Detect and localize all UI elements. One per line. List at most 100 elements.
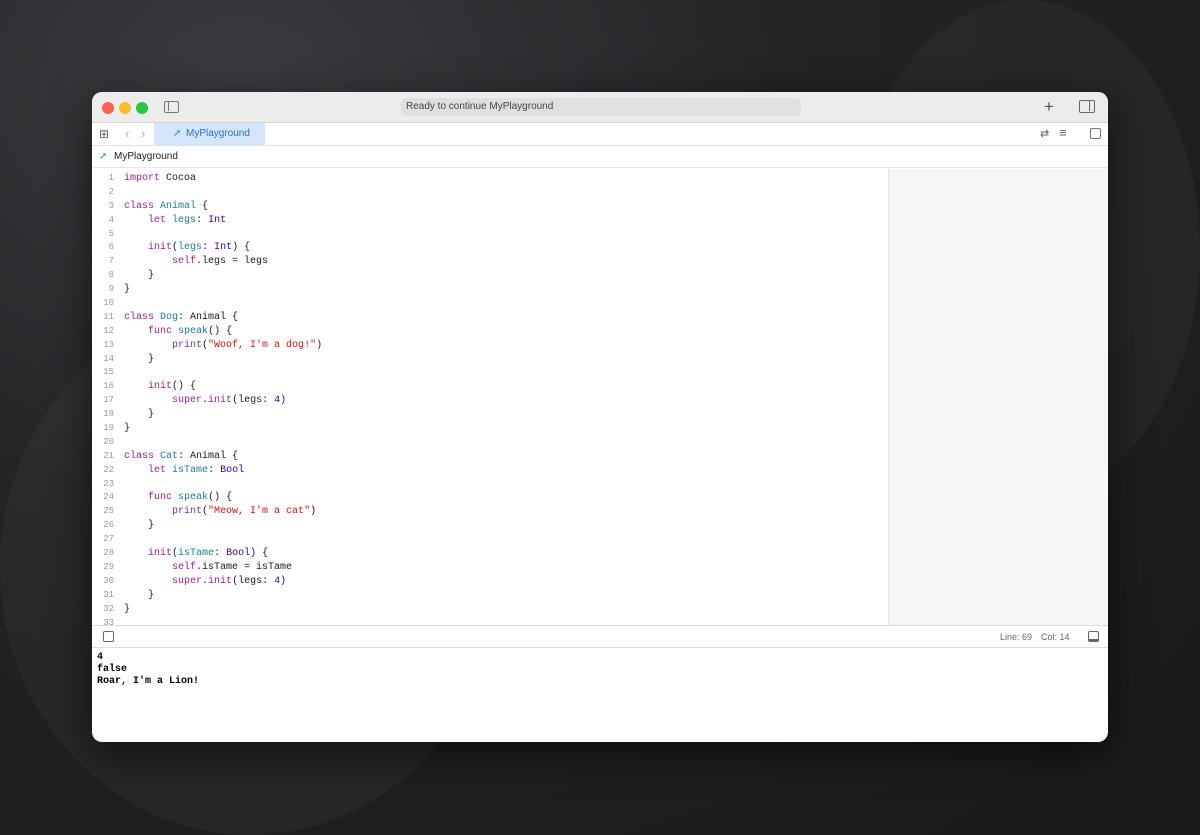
code-line[interactable]: 8 } bbox=[92, 269, 888, 283]
line-number: 6 bbox=[108, 242, 114, 253]
code-line[interactable]: 5 bbox=[92, 228, 888, 242]
code-line[interactable]: 7 self.legs = legs bbox=[92, 255, 888, 269]
code-line[interactable]: 22 let isTame: Bool bbox=[92, 464, 888, 478]
code-line[interactable]: 19} bbox=[92, 422, 888, 436]
zoom-button[interactable] bbox=[136, 102, 148, 114]
code-token: } bbox=[124, 603, 131, 615]
code-line[interactable]: 29 self.isTame = isTame bbox=[92, 561, 888, 575]
code-line[interactable]: 20 bbox=[92, 436, 888, 450]
sidebar-toggle-icon[interactable] bbox=[164, 101, 179, 113]
code-token: } bbox=[124, 423, 131, 435]
code-line[interactable]: 15 bbox=[92, 366, 888, 380]
back-icon[interactable]: ‹ bbox=[125, 126, 129, 141]
results-sidebar bbox=[888, 169, 1108, 625]
code-text: class Animal { bbox=[124, 200, 208, 214]
code-text: } bbox=[124, 269, 154, 283]
code-line[interactable]: 12 func speak() { bbox=[92, 325, 888, 339]
code-line[interactable]: 24 func speak() { bbox=[92, 491, 888, 505]
code-token: () { bbox=[172, 381, 197, 393]
code-token: init bbox=[148, 242, 173, 254]
line-number: 14 bbox=[103, 353, 114, 364]
line-number: 12 bbox=[103, 325, 114, 336]
code-token: "Woof, I'm a dog!" bbox=[208, 339, 317, 351]
code-line[interactable]: 28 init(isTame: Bool) { bbox=[92, 547, 888, 561]
code-text: func speak() { bbox=[124, 325, 232, 339]
add-editor-icon[interactable] bbox=[1090, 128, 1101, 139]
code-line[interactable]: 30 super.init(legs: 4) bbox=[92, 575, 888, 589]
code-text: init(isTame: Bool) { bbox=[124, 547, 268, 561]
line-number: 31 bbox=[103, 589, 114, 600]
code-line[interactable]: 1 import Cocoa bbox=[92, 172, 888, 186]
code-line[interactable]: 17 super.init(legs: 4) bbox=[92, 394, 888, 408]
code-line[interactable]: 4 let legs: Int bbox=[92, 214, 888, 228]
code-token: Bool bbox=[220, 464, 245, 476]
code-token: init bbox=[208, 395, 233, 407]
forward-icon[interactable]: › bbox=[141, 126, 145, 141]
code-token: } bbox=[124, 520, 155, 532]
code-token: () { bbox=[208, 492, 233, 504]
code-token: } bbox=[124, 589, 155, 601]
tab-myplayground[interactable]: ➚ MyPlayground bbox=[154, 123, 265, 145]
line-number: 33 bbox=[103, 617, 114, 626]
code-text: class Cat: Animal { bbox=[124, 450, 238, 464]
code-token: isTame bbox=[178, 548, 215, 560]
inspector-toggle-icon[interactable] bbox=[1079, 100, 1095, 113]
code-line[interactable]: 26 } bbox=[92, 519, 888, 533]
col-indicator: Col: 14 bbox=[1041, 632, 1070, 642]
swift-icon: ➚ bbox=[99, 151, 108, 162]
code-token: : bbox=[214, 548, 227, 560]
code-line[interactable]: 13 print("Woof, I'm a dog!") bbox=[92, 339, 888, 353]
code-line[interactable]: 11 class Dog: Animal { bbox=[92, 311, 888, 325]
code-token: speak bbox=[178, 492, 209, 504]
minimize-button[interactable] bbox=[119, 102, 131, 114]
code-token: } bbox=[124, 284, 131, 296]
line-number: 4 bbox=[108, 214, 114, 225]
code-line[interactable]: 33 bbox=[92, 617, 888, 626]
code-text: super.init(legs: 4) bbox=[124, 394, 286, 408]
line-number: 2 bbox=[108, 186, 114, 197]
lines-icon[interactable]: ≡ bbox=[1059, 125, 1067, 140]
code-line[interactable]: 3 class Animal { bbox=[92, 200, 888, 214]
code-line[interactable]: 2 bbox=[92, 186, 888, 200]
code-line[interactable]: 6 init(legs: Int) { bbox=[92, 241, 888, 255]
add-icon[interactable]: + bbox=[1044, 97, 1054, 117]
grid-icon[interactable]: ⊞ bbox=[99, 127, 109, 141]
code-token: let bbox=[148, 214, 167, 226]
code-line[interactable]: 27 bbox=[92, 533, 888, 547]
swap-icon[interactable]: ⇄ bbox=[1040, 127, 1049, 140]
jump-bar[interactable]: ➚ MyPlayground bbox=[92, 146, 1108, 168]
code-text: self.legs = legs bbox=[124, 255, 268, 269]
code-line[interactable]: 21 class Cat: Animal { bbox=[92, 450, 888, 464]
code-line[interactable]: 23 bbox=[92, 478, 888, 492]
code-line[interactable]: 9} bbox=[92, 283, 888, 297]
code-line[interactable]: 18 } bbox=[92, 408, 888, 422]
run-checkbox-icon[interactable] bbox=[103, 631, 114, 642]
code-token: (legs: bbox=[232, 395, 275, 407]
code-token: isTame bbox=[172, 464, 209, 476]
code-token: : bbox=[208, 464, 221, 476]
code-line[interactable]: 31 } bbox=[92, 589, 888, 603]
code-line[interactable]: 14 } bbox=[92, 353, 888, 367]
code-token: self bbox=[172, 256, 197, 268]
line-number: 24 bbox=[103, 492, 114, 503]
line-number: 22 bbox=[103, 464, 114, 475]
debug-bar: Line: 69 Col: 14 bbox=[92, 625, 1108, 648]
console-line: 4 bbox=[97, 652, 104, 663]
code-token: ) bbox=[280, 395, 287, 407]
code-token: speak bbox=[178, 325, 209, 337]
code-token: super bbox=[172, 395, 203, 407]
close-button[interactable] bbox=[102, 102, 114, 114]
console-toggle-icon[interactable] bbox=[1088, 631, 1099, 642]
code-token: init bbox=[148, 548, 173, 560]
code-text: import Cocoa bbox=[124, 172, 196, 186]
code-line[interactable]: 16 init() { bbox=[92, 380, 888, 394]
line-number: 25 bbox=[103, 506, 114, 517]
code-line[interactable]: 10 bbox=[92, 297, 888, 311]
code-line[interactable]: 25 print("Meow, I'm a cat") bbox=[92, 505, 888, 519]
xcode-window: Ready to continue MyPlayground + ⊞ ‹ › ➚… bbox=[92, 92, 1108, 742]
code-editor[interactable]: 1 import Cocoa 2 3 class Animal {4 let legs:… bbox=[92, 169, 888, 625]
code-line[interactable]: 32} bbox=[92, 603, 888, 617]
